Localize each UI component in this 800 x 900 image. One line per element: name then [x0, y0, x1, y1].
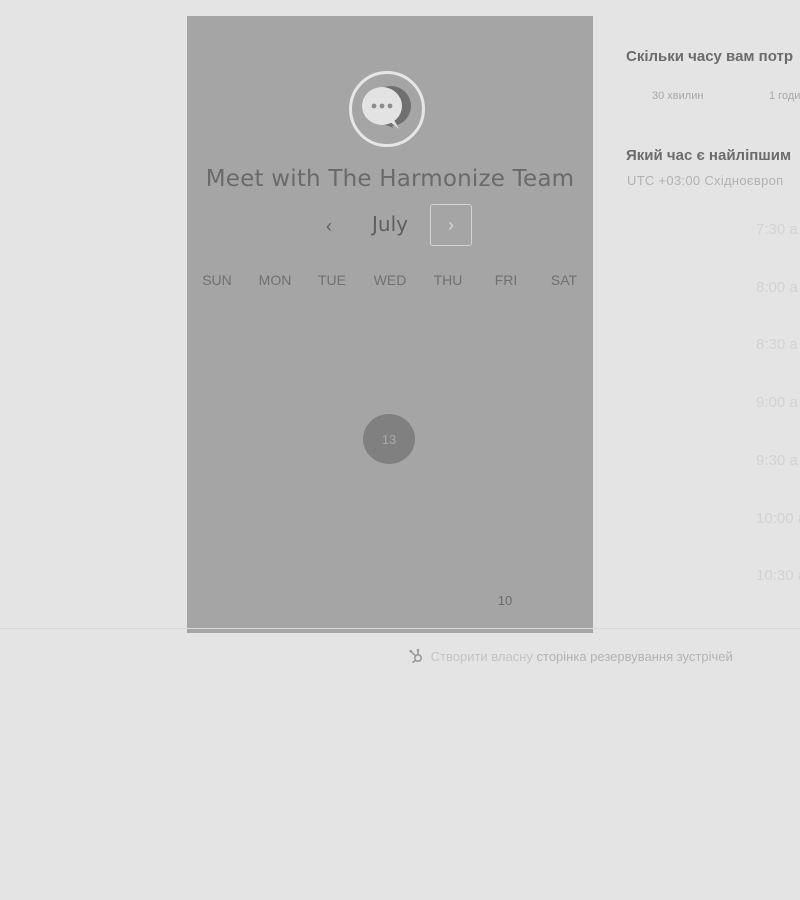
time-slot[interactable]: 10:00 а	[756, 510, 800, 527]
weekday-mon: MON	[258, 272, 292, 288]
footer: Створити власну сторінка резервування зу…	[408, 648, 733, 664]
calendar-day[interactable]: 10	[487, 593, 523, 608]
hubspot-sprocket-icon	[409, 648, 423, 664]
time-question: Який час є найліпшим	[626, 147, 792, 164]
timezone-selector[interactable]: UTC +03:00 Східноєвроп	[627, 173, 783, 188]
weekday-header: SUN MON TUE WED THU FRI SAT	[187, 272, 593, 292]
meeting-title: Meet with The Harmonize Team	[205, 166, 575, 192]
duration-question: Скільки часу вам потр	[626, 48, 794, 65]
time-slot[interactable]: 9:00 а	[756, 394, 798, 411]
footer-text: Створити власну	[430, 649, 533, 664]
duration-option-1hour[interactable]: 1 годи	[769, 90, 800, 102]
weekday-sun: SUN	[202, 272, 232, 288]
chat-bubble-icon	[362, 86, 411, 129]
selected-day[interactable]: 13	[363, 414, 415, 464]
weekday-sat: SAT	[550, 272, 578, 288]
time-slot[interactable]: 10:30 а	[756, 567, 800, 584]
duration-option-30min[interactable]: 30 хвилин	[652, 90, 703, 102]
weekday-wed: WED	[373, 272, 407, 288]
time-slot[interactable]: 9:30 а	[756, 452, 798, 469]
weekday-tue: TUE	[318, 272, 346, 288]
create-booking-page-link[interactable]: сторінка резервування зустрічей	[537, 649, 733, 664]
weekday-thu: THU	[433, 272, 463, 288]
weekday-fri: FRI	[494, 272, 518, 288]
time-slot[interactable]: 7:30 а	[756, 221, 798, 238]
time-slot[interactable]: 8:30 а	[756, 336, 798, 353]
footer-divider	[0, 628, 800, 629]
prev-month-button[interactable]: ‹	[315, 212, 343, 240]
booking-options-panel: Скільки часу вам потр 30 хвилин 1 годи Я…	[593, 16, 800, 633]
time-slot[interactable]: 8:00 а	[756, 279, 798, 296]
team-avatar	[349, 71, 425, 147]
calendar-panel: Meet with The Harmonize Team ‹ July › SU…	[187, 16, 593, 633]
next-month-button[interactable]: ›	[430, 204, 472, 246]
month-label: July	[372, 212, 408, 236]
month-navigation: ‹ July ›	[187, 204, 593, 248]
